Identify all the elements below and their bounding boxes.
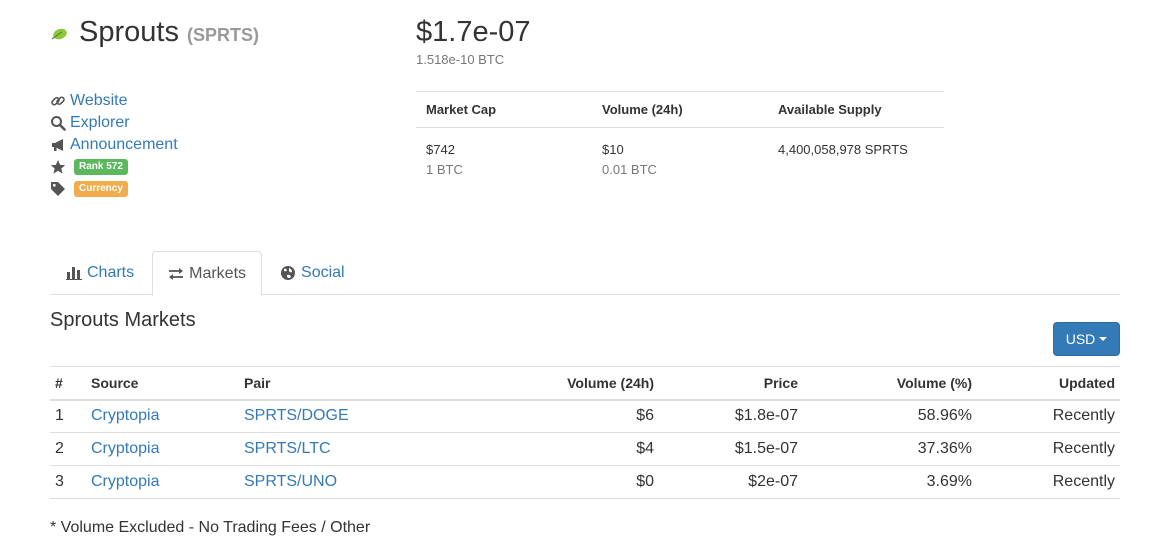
tag-icon [50, 181, 66, 197]
explorer-link[interactable]: Explorer [70, 114, 130, 132]
announcement-link[interactable]: Announcement [70, 136, 178, 154]
market-cap-cell: $742 1 BTC [416, 128, 592, 181]
currency-dropdown-button[interactable]: USD [1053, 322, 1120, 356]
coin-links: Website Explorer Announcement Rank 572 C… [50, 90, 178, 200]
sprout-leaf-icon [50, 26, 68, 44]
price-block: $1.7e-07 1.518e-10 BTC [416, 16, 531, 67]
table-row: 3 Cryptopia SPRTS/UNO $0 $2e-07 3.69% Re… [50, 465, 1120, 499]
rank-badge: Rank 572 [74, 159, 128, 175]
volume-btc: 0.01 BTC [602, 162, 657, 177]
market-cap-btc: 1 BTC [426, 162, 463, 177]
currency-button-label: USD [1065, 331, 1096, 347]
table-row: 2 Cryptopia SPRTS/LTC $4 $1.5e-07 37.36%… [50, 432, 1120, 466]
category-item: Currency [50, 178, 178, 200]
megaphone-icon [50, 137, 66, 153]
row-rank: 1 [50, 399, 91, 433]
supply-header: Available Supply [768, 91, 944, 128]
globe-icon [280, 265, 296, 281]
col-header-volume-pct[interactable]: Volume (%) [803, 366, 977, 401]
exchange-arrows-icon [168, 267, 184, 281]
tab-markets[interactable]: Markets [152, 251, 263, 296]
col-header-pair[interactable]: Pair [244, 366, 430, 401]
row-volume-pct: 3.69% [803, 465, 977, 499]
row-volume-pct: 58.96% [803, 399, 977, 433]
source-link[interactable]: Cryptopia [91, 440, 159, 457]
explorer-link-item[interactable]: Explorer [50, 112, 178, 134]
col-header-volume[interactable]: Volume (24h) [430, 366, 659, 401]
row-price: $1.8e-07 [659, 399, 803, 433]
coin-stats-table: Market Cap Volume (24h) Available Supply… [416, 91, 944, 180]
col-header-updated[interactable]: Updated [977, 366, 1120, 401]
row-volume: $4 [430, 432, 659, 466]
pair-link[interactable]: SPRTS/LTC [244, 440, 331, 457]
category-badge: Currency [74, 181, 128, 197]
row-price: $1.5e-07 [659, 432, 803, 466]
tab-social[interactable]: Social [264, 251, 361, 295]
coin-tabs: Charts Markets Social [50, 251, 1120, 296]
price-usd: $1.7e-07 [416, 16, 531, 48]
supply-cell: 4,400,058,978 SPRTS [768, 128, 944, 181]
row-updated: Recently [977, 399, 1120, 433]
link-chain-icon [50, 93, 66, 109]
volume-footnote: * Volume Excluded - No Trading Fees / Ot… [50, 519, 371, 536]
market-cap-usd: $742 [426, 142, 455, 157]
col-header-source[interactable]: Source [91, 366, 244, 401]
volume-usd: $10 [602, 142, 624, 157]
star-icon [50, 159, 66, 175]
row-rank: 2 [50, 432, 91, 466]
row-updated: Recently [977, 465, 1120, 499]
tab-charts-label: Charts [87, 264, 135, 281]
row-updated: Recently [977, 432, 1120, 466]
caret-down-icon [1099, 337, 1108, 341]
website-link-item[interactable]: Website [50, 90, 178, 112]
coin-header: Sprouts (SPRTS) [50, 16, 259, 49]
markets-table: # Source Pair Volume (24h) Price Volume … [50, 366, 1120, 499]
row-rank: 3 [50, 465, 91, 499]
stats-header-row: Market Cap Volume (24h) Available Supply [416, 91, 944, 128]
volume-header: Volume (24h) [592, 91, 768, 128]
markets-title: Sprouts Markets [50, 309, 196, 331]
table-row: 1 Cryptopia SPRTS/DOGE $6 $1.8e-07 58.96… [50, 399, 1120, 433]
price-btc: 1.518e-10 BTC [416, 52, 505, 67]
coin-symbol: (SPRTS) [186, 25, 259, 45]
market-cap-header: Market Cap [416, 91, 592, 128]
search-icon [50, 115, 66, 131]
tab-social-label: Social [301, 264, 345, 281]
rank-item: Rank 572 [50, 156, 178, 178]
markets-header-row: # Source Pair Volume (24h) Price Volume … [50, 366, 1120, 401]
coin-name: Sprouts [79, 16, 179, 48]
row-volume: $6 [430, 399, 659, 433]
source-link[interactable]: Cryptopia [91, 407, 159, 424]
pair-link[interactable]: SPRTS/DOGE [244, 407, 349, 424]
volume-cell: $10 0.01 BTC [592, 128, 768, 181]
row-price: $2e-07 [659, 465, 803, 499]
pair-link[interactable]: SPRTS/UNO [244, 473, 337, 490]
tab-markets-label: Markets [189, 264, 247, 282]
available-supply: 4,400,058,978 SPRTS [778, 142, 908, 157]
website-link[interactable]: Website [70, 92, 128, 110]
col-header-price[interactable]: Price [659, 366, 803, 401]
bar-chart-icon [66, 266, 82, 280]
source-link[interactable]: Cryptopia [91, 473, 159, 490]
tab-charts[interactable]: Charts [50, 251, 150, 295]
row-volume: $0 [430, 465, 659, 499]
announcement-link-item[interactable]: Announcement [50, 134, 178, 156]
row-volume-pct: 37.36% [803, 432, 977, 466]
stats-value-row: $742 1 BTC $10 0.01 BTC 4,400,058,978 SP… [416, 128, 944, 181]
col-header-rank[interactable]: # [50, 366, 91, 401]
